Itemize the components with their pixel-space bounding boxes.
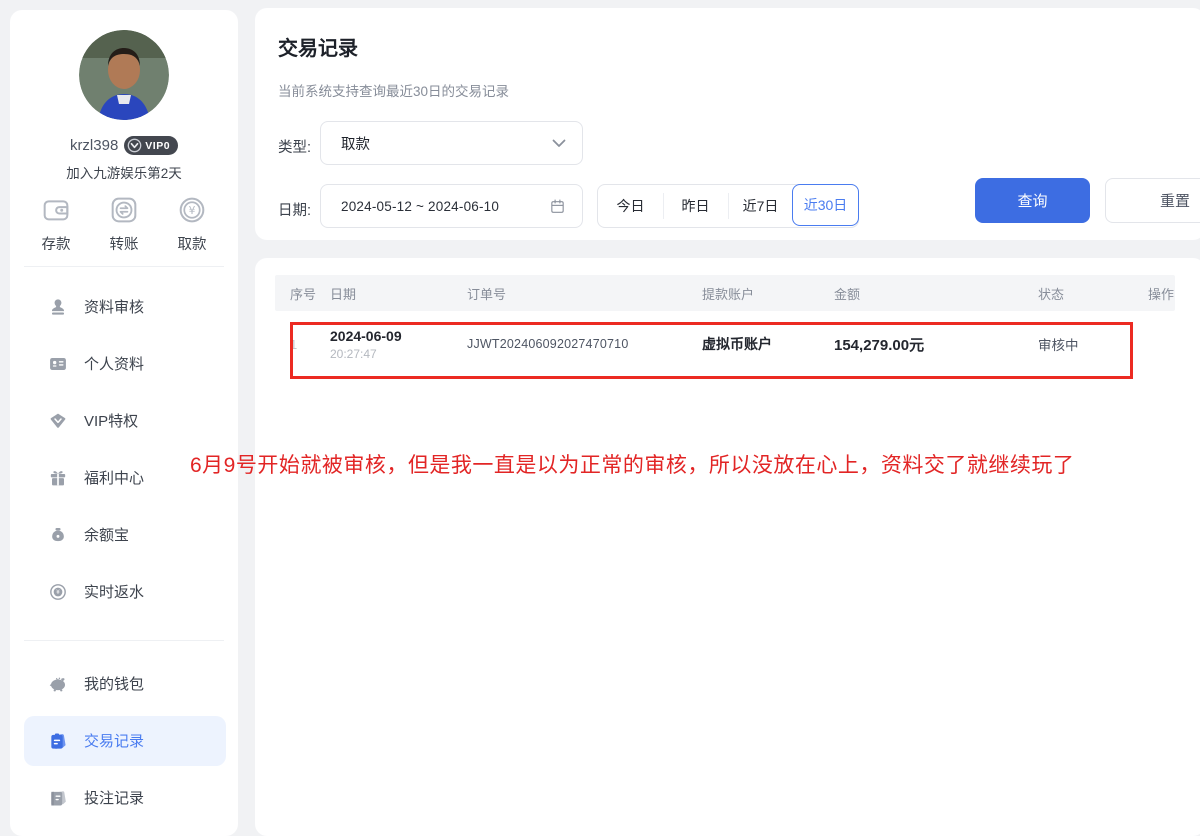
withdraw-label: 取款 (178, 233, 207, 254)
user-photo (79, 30, 169, 120)
gift-icon (48, 468, 68, 488)
quick-actions: 存款 转账 ¥ 取款 (10, 194, 238, 254)
sidebar-divider-bottom (24, 640, 224, 641)
sidebar-item-yuebao[interactable]: 余额宝 (10, 506, 238, 563)
sidebar-divider-top (24, 266, 224, 267)
chevron-down-icon (552, 139, 566, 148)
type-select-value: 取款 (341, 133, 370, 154)
vip-emblem-icon (127, 138, 142, 153)
row-date-value: 2024-06-09 (330, 328, 467, 344)
type-label: 类型: (278, 136, 311, 157)
page-subtitle: 当前系统支持查询最近30日的交易记录 (278, 80, 509, 100)
type-select[interactable]: 取款 (320, 121, 583, 165)
deposit-button[interactable]: 存款 (40, 194, 72, 254)
piggy-bank-icon (48, 674, 68, 694)
join-text: 加入九游娱乐第2天 (10, 162, 238, 182)
table-row: 1 2024-06-09 20:27:47 JJWT20240609202747… (275, 311, 1175, 377)
date-label: 日期: (278, 199, 311, 220)
user-annotation-text: 6月9号开始就被审核，但是我一直是以为正常的审核，所以没放在心上，资料交了就继续… (190, 449, 1074, 479)
sidebar-item-label: 个人资料 (84, 353, 144, 374)
quick-range-group: 今日 昨日 近7日 近30日 (597, 184, 859, 228)
deposit-label: 存款 (42, 233, 71, 254)
stamp-icon (48, 297, 68, 317)
sidebar-item-label: 投注记录 (84, 787, 144, 808)
col-actions: 操作 (1148, 284, 1175, 303)
wallet-icon (40, 194, 72, 226)
username: krzl398 (70, 137, 118, 154)
betting-records-icon (48, 788, 68, 808)
svg-text:¥: ¥ (56, 590, 60, 596)
sidebar-item-label: 实时返水 (84, 581, 144, 602)
withdraw-icon: ¥ (176, 194, 208, 226)
date-range-input[interactable]: 2024-05-12 ~ 2024-06-10 (320, 184, 583, 228)
reset-button[interactable]: 重置 (1105, 178, 1200, 223)
col-date: 日期 (330, 284, 467, 303)
range-yesterday-button[interactable]: 昨日 (663, 185, 728, 227)
row-account: 虚拟币账户 (702, 334, 834, 354)
calendar-icon (549, 198, 566, 215)
sidebar-item-label: 福利中心 (84, 467, 144, 488)
filter-panel: 交易记录 当前系统支持查询最近30日的交易记录 类型: 取款 日期: 2024-… (255, 8, 1200, 240)
col-order-no: 订单号 (467, 284, 702, 303)
col-account: 提款账户 (702, 284, 834, 303)
sidebar-item-label: 交易记录 (84, 730, 144, 751)
row-time-value: 20:27:47 (330, 347, 467, 361)
rebate-coin-icon: ¥ (48, 582, 68, 602)
transfer-icon (108, 194, 140, 226)
sidebar-item-label: 资料审核 (84, 296, 144, 317)
sidebar-item-personal-info[interactable]: 个人资料 (10, 335, 238, 392)
sidebar-item-label: VIP特权 (84, 410, 138, 431)
sidebar-item-realtime-rebate[interactable]: ¥ 实时返水 (10, 563, 238, 620)
col-status: 状态 (1038, 284, 1148, 303)
row-index: 1 (290, 337, 330, 352)
svg-text:¥: ¥ (189, 204, 196, 217)
transfer-button[interactable]: 转账 (108, 194, 140, 254)
avatar[interactable] (79, 30, 169, 120)
sidebar-item-transaction-records[interactable]: 交易记录 (24, 716, 226, 766)
row-amount: 154,279.00元 (834, 334, 1038, 355)
sidebar-item-profile-review[interactable]: 资料审核 (10, 278, 238, 335)
col-index: 序号 (290, 284, 330, 303)
user-row: krzl398 VIP0 (10, 136, 238, 155)
range-30days-button[interactable]: 近30日 (792, 184, 859, 226)
row-status-badge: 审核中 (1038, 334, 1148, 354)
sidebar: krzl398 VIP0 加入九游娱乐第2天 存款 转账 (10, 10, 238, 836)
moneybag-icon (48, 525, 68, 545)
sidebar-menu-group-2: 我的钱包 交易记录 投注记录 (10, 655, 238, 826)
vip-badge-label: VIP0 (145, 140, 170, 152)
id-card-icon (48, 354, 68, 374)
sidebar-item-vip-privileges[interactable]: VIP特权 (10, 392, 238, 449)
records-table-panel: 序号 日期 订单号 提款账户 金额 状态 操作 1 2024-06-09 20:… (255, 258, 1200, 836)
vip-badge[interactable]: VIP0 (124, 136, 178, 155)
row-order-no: JJWT202406092027470710 (467, 337, 702, 351)
sidebar-item-betting-records[interactable]: 投注记录 (10, 769, 238, 826)
range-7days-button[interactable]: 近7日 (728, 185, 793, 227)
transaction-records-icon (48, 731, 68, 751)
table-header: 序号 日期 订单号 提款账户 金额 状态 操作 (275, 275, 1175, 311)
sidebar-item-my-wallet[interactable]: 我的钱包 (10, 655, 238, 712)
col-amount: 金额 (834, 284, 1038, 303)
date-range-value: 2024-05-12 ~ 2024-06-10 (341, 199, 499, 214)
withdraw-button[interactable]: ¥ 取款 (176, 194, 208, 254)
range-today-button[interactable]: 今日 (598, 185, 663, 227)
sidebar-item-label: 我的钱包 (84, 673, 144, 694)
vip-diamond-icon (48, 411, 68, 431)
search-button[interactable]: 查询 (975, 178, 1090, 223)
transfer-label: 转账 (110, 233, 139, 254)
row-date: 2024-06-09 20:27:47 (330, 328, 467, 361)
page-title: 交易记录 (278, 32, 358, 61)
sidebar-item-label: 余额宝 (84, 524, 129, 545)
